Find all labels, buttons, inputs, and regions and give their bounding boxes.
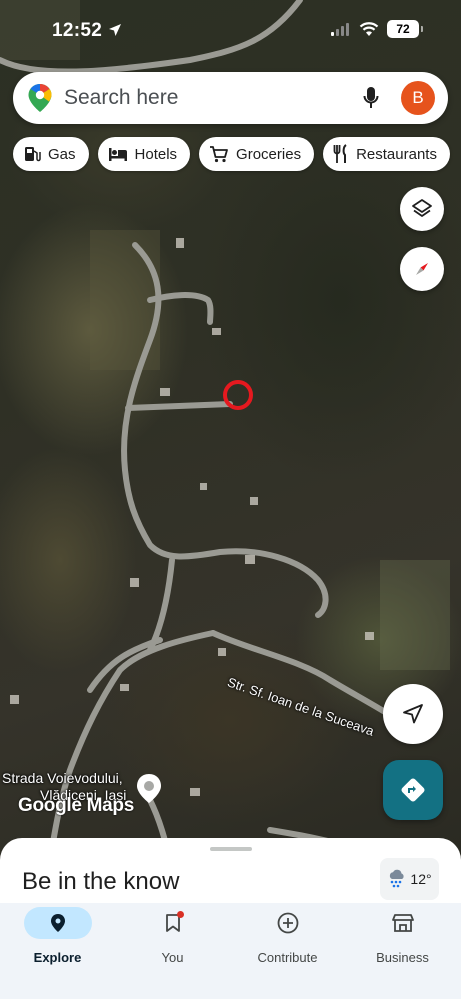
status-icons: 72 <box>331 20 423 38</box>
my-location-button[interactable] <box>383 684 443 744</box>
bottom-sheet[interactable]: Be in the know 12° <box>0 838 461 908</box>
nav-label: Explore <box>33 950 82 965</box>
search-input[interactable]: Search here <box>64 86 178 110</box>
gas-station-icon <box>25 147 41 162</box>
nav-contribute[interactable]: Contribute <box>230 903 345 983</box>
nav-you-pill <box>139 907 207 939</box>
cart-icon <box>210 146 228 163</box>
place-label-line1: Strada Voievodului, <box>2 770 123 786</box>
bottom-navigation: Explore You Contribute Business <box>0 903 461 999</box>
chip-label: Groceries <box>236 145 302 163</box>
sheet-title: Be in the know <box>22 868 180 895</box>
nav-explore[interactable]: Explore <box>0 903 115 983</box>
status-bar: 12:52 72 <box>0 0 461 62</box>
nav-business-pill <box>369 907 437 939</box>
nav-contribute-pill <box>254 907 322 939</box>
pin-icon <box>50 914 65 932</box>
directions-button[interactable] <box>383 760 443 820</box>
chip-hotels[interactable]: Hotels <box>97 137 191 171</box>
search-bar[interactable]: Search here B <box>13 72 448 124</box>
nav-you[interactable]: You <box>115 903 230 983</box>
avatar[interactable]: B <box>401 81 435 115</box>
directions-icon <box>401 778 425 802</box>
wifi-icon <box>359 21 379 36</box>
chip-gas[interactable]: Gas <box>13 137 89 171</box>
chip-label: Hotels <box>134 145 178 163</box>
chip-label: Restaurants <box>356 145 437 163</box>
compass-button[interactable] <box>400 247 444 291</box>
layers-icon <box>412 199 432 217</box>
chip-label: Gas <box>48 145 76 163</box>
nav-explore-pill <box>23 907 92 939</box>
sheet-drag-handle[interactable] <box>210 847 252 851</box>
location-arrow-icon <box>108 24 121 36</box>
place-pin-icon <box>137 774 161 803</box>
nav-label: Business <box>376 950 429 965</box>
store-icon <box>391 914 414 932</box>
signal-icon <box>331 23 349 36</box>
google-maps-wordmark: Google Maps <box>18 795 134 816</box>
nav-label: Contribute <box>257 950 318 965</box>
microphone-icon[interactable] <box>363 86 379 110</box>
category-chips: Gas Hotels Groceries Restaurants <box>13 137 450 171</box>
notification-dot <box>176 911 184 918</box>
nav-label: You <box>161 950 184 965</box>
chip-restaurants[interactable]: Restaurants <box>323 137 450 171</box>
chip-groceries[interactable]: Groceries <box>199 137 315 171</box>
status-time: 12:52 <box>52 20 122 42</box>
battery-indicator: 72 <box>387 20 423 38</box>
plus-circle-icon <box>277 912 298 934</box>
rain-cloud-icon <box>390 869 404 888</box>
bed-icon <box>108 148 127 161</box>
layers-button[interactable] <box>400 187 444 231</box>
compass-icon <box>416 263 428 275</box>
fork-knife-icon <box>333 144 347 163</box>
weather-temperature: 12° <box>410 871 432 887</box>
location-highlight-circle <box>223 380 253 410</box>
weather-chip[interactable]: 12° <box>380 858 439 900</box>
nav-business[interactable]: Business <box>345 903 460 983</box>
navigation-arrow-icon <box>403 704 423 724</box>
google-maps-logo-icon <box>28 84 52 112</box>
